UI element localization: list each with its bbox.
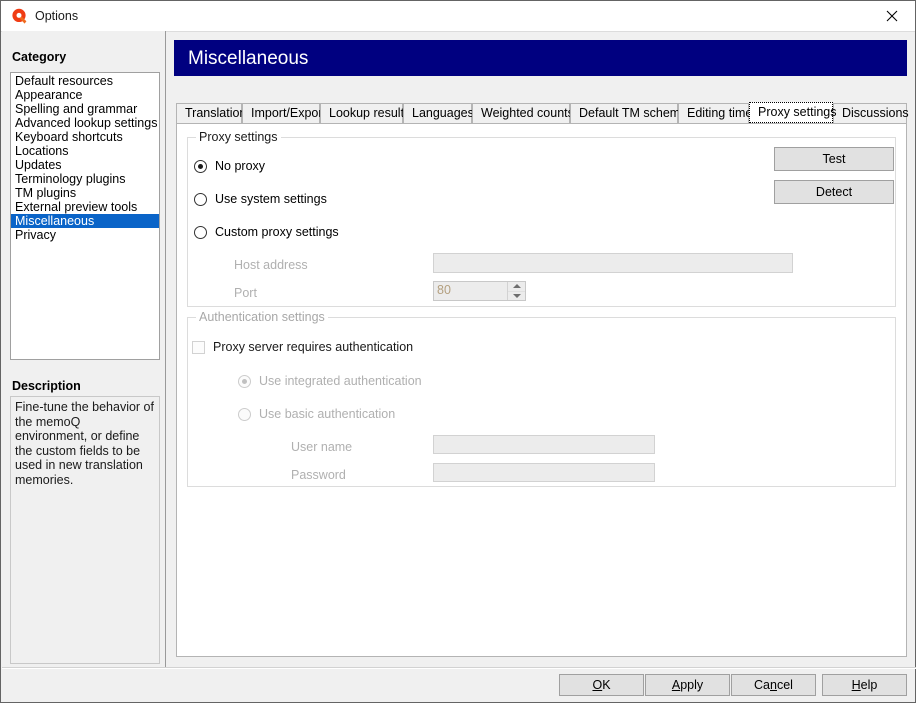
port-increment-button[interactable] xyxy=(508,282,525,292)
sidebar-item-advanced-lookup-settings[interactable]: Advanced lookup settings xyxy=(11,116,159,130)
radio-custom-proxy-settings[interactable]: Custom proxy settings xyxy=(194,225,339,239)
radio-custom-proxy-settings-indicator xyxy=(194,226,207,239)
sidebar-item-appearance[interactable]: Appearance xyxy=(11,88,159,102)
page-title: Miscellaneous xyxy=(188,48,308,70)
tab-editing-time[interactable]: Editing time xyxy=(678,103,749,123)
port-stepper[interactable]: 80 xyxy=(433,281,526,301)
footer-divider-highlight xyxy=(2,668,916,669)
tab-import-export[interactable]: Import/Export xyxy=(242,103,320,123)
description-panel: Fine-tune the behavior of the memoQ envi… xyxy=(10,396,160,664)
test-button[interactable]: Test xyxy=(774,147,894,171)
category-panel: Category Default resources Appearance Sp… xyxy=(2,31,166,667)
tab-discussions[interactable]: Discussions xyxy=(833,103,907,123)
apply-button[interactable]: Apply xyxy=(645,674,730,696)
radio-use-system-settings-label: Use system settings xyxy=(215,192,327,206)
tab-languages[interactable]: Languages xyxy=(403,103,472,123)
radio-use-basic-authentication-label: Use basic authentication xyxy=(259,407,395,421)
password-input[interactable] xyxy=(433,463,655,482)
chevron-down-icon xyxy=(513,294,521,298)
radio-use-basic-authentication[interactable]: Use basic authentication xyxy=(238,407,395,421)
sidebar-item-terminology-plugins[interactable]: Terminology plugins xyxy=(11,172,159,186)
ok-button[interactable]: OK xyxy=(559,674,644,696)
radio-use-system-settings-indicator xyxy=(194,193,207,206)
cancel-button[interactable]: Cancel xyxy=(731,674,816,696)
window-title: Options xyxy=(35,8,78,24)
help-button[interactable]: Help xyxy=(822,674,907,696)
tab-lookup-results[interactable]: Lookup results xyxy=(320,103,403,123)
radio-use-integrated-authentication[interactable]: Use integrated authentication xyxy=(238,374,422,388)
port-label: Port xyxy=(234,286,257,300)
proxy-settings-panel: Proxy settings No proxy Use system setti… xyxy=(176,123,907,657)
description-text: Fine-tune the behavior of the memoQ envi… xyxy=(15,400,154,487)
radio-use-system-settings[interactable]: Use system settings xyxy=(194,192,327,206)
sidebar-item-miscellaneous[interactable]: Miscellaneous xyxy=(11,214,159,228)
tab-proxy-settings[interactable]: Proxy settings xyxy=(749,102,833,123)
proxy-group-title: Proxy settings xyxy=(196,131,281,144)
radio-use-integrated-authentication-indicator xyxy=(238,375,251,388)
category-list[interactable]: Default resources Appearance Spelling an… xyxy=(10,72,160,360)
user-name-input[interactable] xyxy=(433,435,655,454)
host-address-label: Host address xyxy=(234,258,308,272)
port-stepper-buttons xyxy=(507,282,525,300)
title-bar: Options xyxy=(1,1,915,32)
port-decrement-button[interactable] xyxy=(508,292,525,301)
options-dialog-window: Options Category Default resources Appea… xyxy=(0,0,916,703)
checkbox-proxy-requires-authentication-label: Proxy server requires authentication xyxy=(213,340,413,354)
radio-no-proxy[interactable]: No proxy xyxy=(194,159,265,173)
radio-use-basic-authentication-indicator xyxy=(238,408,251,421)
auth-group-title: Authentication settings xyxy=(196,311,328,324)
apply-button-rest: pply xyxy=(680,678,703,692)
radio-no-proxy-indicator xyxy=(194,160,207,173)
category-heading: Category xyxy=(12,50,66,64)
sidebar-item-locations[interactable]: Locations xyxy=(11,144,159,158)
sidebar-item-default-resources[interactable]: Default resources xyxy=(11,74,159,88)
tab-translation[interactable]: Translation xyxy=(176,103,242,123)
sidebar-item-updates[interactable]: Updates xyxy=(11,158,159,172)
sidebar-item-tm-plugins[interactable]: TM plugins xyxy=(11,186,159,200)
checkbox-proxy-requires-authentication[interactable]: Proxy server requires authentication xyxy=(192,340,413,354)
detect-button[interactable]: Detect xyxy=(774,180,894,204)
close-icon[interactable] xyxy=(869,1,915,30)
description-heading: Description xyxy=(12,379,81,393)
radio-no-proxy-label: No proxy xyxy=(215,159,265,173)
chevron-up-icon xyxy=(513,284,521,288)
radio-use-integrated-authentication-label: Use integrated authentication xyxy=(259,374,422,388)
authentication-settings-group: Authentication settings Proxy server req… xyxy=(187,317,896,487)
sidebar-item-external-preview-tools[interactable]: External preview tools xyxy=(11,200,159,214)
cancel-button-rest: cel xyxy=(777,678,793,692)
sidebar-item-keyboard-shortcuts[interactable]: Keyboard shortcuts xyxy=(11,130,159,144)
help-button-rest: elp xyxy=(861,678,878,692)
ok-button-rest: K xyxy=(602,678,610,692)
page-title-banner: Miscellaneous xyxy=(174,40,907,76)
password-label: Password xyxy=(291,468,346,482)
radio-custom-proxy-settings-label: Custom proxy settings xyxy=(215,225,339,239)
checkbox-proxy-requires-authentication-indicator xyxy=(192,341,205,354)
sidebar-item-privacy[interactable]: Privacy xyxy=(11,228,159,242)
host-address-input[interactable] xyxy=(433,253,793,273)
memoq-logo-icon xyxy=(11,8,28,25)
port-value[interactable]: 80 xyxy=(434,282,507,300)
tab-strip: Translation Import/Export Lookup results… xyxy=(176,103,907,124)
tab-default-tm-scheme[interactable]: Default TM scheme xyxy=(570,103,678,123)
sidebar-item-spelling-and-grammar[interactable]: Spelling and grammar xyxy=(11,102,159,116)
user-name-label: User name xyxy=(291,440,352,454)
tab-weighted-counts[interactable]: Weighted counts xyxy=(472,103,570,123)
